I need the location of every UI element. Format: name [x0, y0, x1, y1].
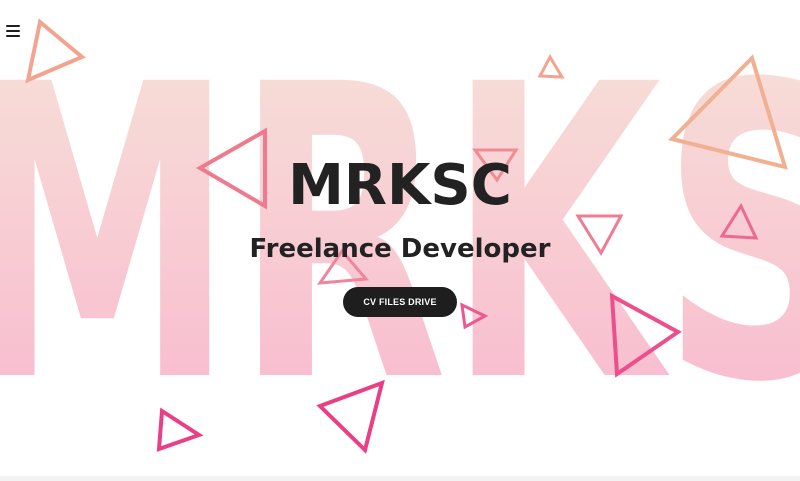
triangle-outline-icon [537, 53, 565, 79]
triangle-outline-icon [25, 18, 86, 84]
brand-title: MRKSC [288, 153, 512, 218]
hero-subtitle: Freelance Developer [249, 234, 551, 264]
triangle-outline-icon [156, 407, 204, 452]
bottom-divider [0, 476, 800, 481]
hamburger-menu-icon [6, 25, 20, 37]
triangle-outline-icon [316, 379, 385, 454]
hero-page: MRKS MRKSC Freelance Developer CV FILES … [0, 0, 800, 481]
hero-content: MRKSC Freelance Developer CV FILES DRIVE [0, 150, 800, 317]
cv-files-drive-button[interactable]: CV FILES DRIVE [343, 287, 457, 317]
menu-button[interactable] [4, 22, 22, 40]
